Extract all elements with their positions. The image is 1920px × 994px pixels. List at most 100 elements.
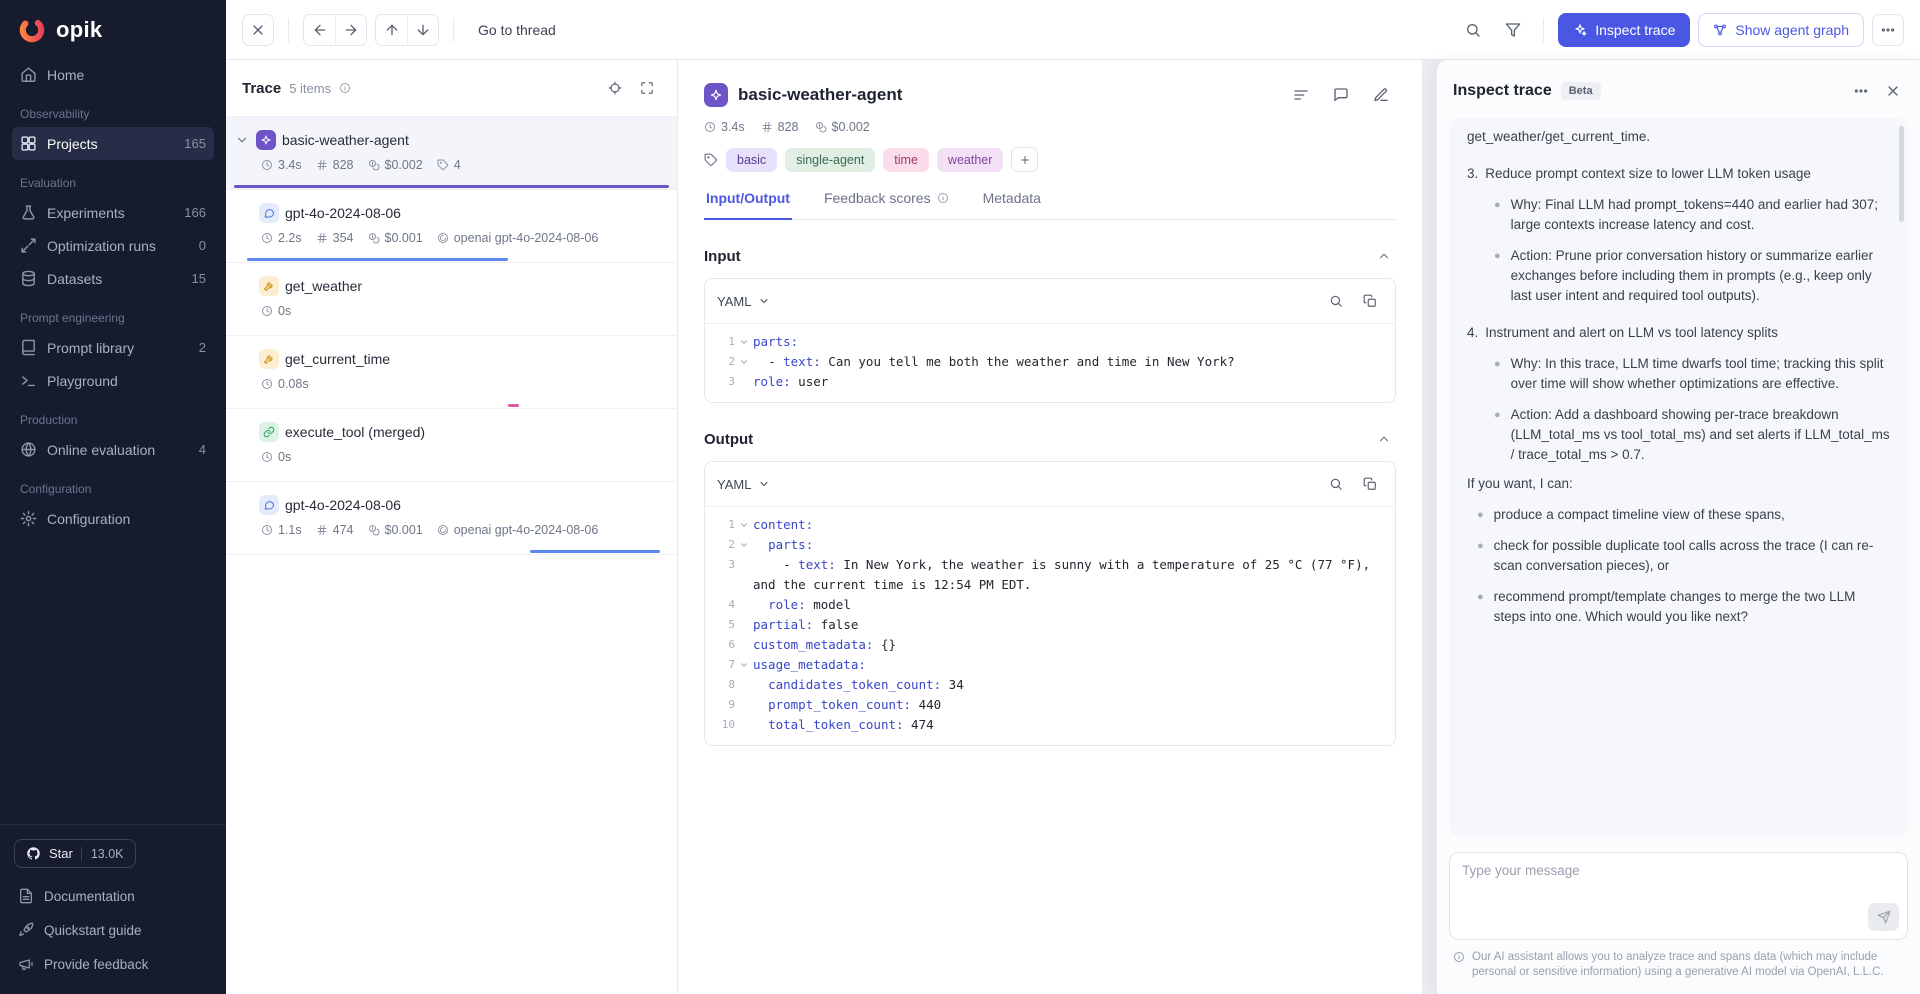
tab-feedback-scores[interactable]: Feedback scores xyxy=(822,190,951,219)
trace-row-execute-tool-merged[interactable]: execute_tool (merged)0s xyxy=(226,409,677,482)
sidebar-item-provide-feedback[interactable]: Provide feedback xyxy=(14,948,212,980)
trace-row-basic-weather-agent[interactable]: basic-weather-agent3.4s828$0.0024 xyxy=(226,117,677,190)
copy-code-button[interactable] xyxy=(1357,471,1383,497)
filters-button[interactable] xyxy=(1497,14,1529,46)
tool-span-icon xyxy=(259,349,279,369)
code-token: - xyxy=(753,557,798,572)
stat-hash: 828 xyxy=(316,158,354,172)
nav-back-button[interactable] xyxy=(304,15,335,45)
collapse-row-button[interactable] xyxy=(234,132,250,148)
edit-trace-button[interactable] xyxy=(1366,80,1396,110)
sidebar-item-configuration[interactable]: Configuration xyxy=(12,502,214,535)
tab-input-output[interactable]: Input/Output xyxy=(704,190,792,219)
fold-toggle[interactable] xyxy=(735,655,753,675)
search-in-code-button[interactable] xyxy=(1323,288,1349,314)
format-select[interactable]: YAML xyxy=(717,477,770,492)
list-title: Instrument and alert on LLM vs tool late… xyxy=(1485,323,1778,343)
github-star-button[interactable]: Star13.0K xyxy=(14,839,136,868)
inspect-trace-button[interactable]: Inspect trace xyxy=(1558,13,1690,47)
sidebar-item-online-evaluation[interactable]: Online evaluation 4 xyxy=(12,433,214,466)
line-number: 6 xyxy=(705,635,735,655)
sidebar-item-optimization-runs[interactable]: Optimization runs0 xyxy=(12,229,214,262)
show-agent-graph-button[interactable]: Show agent graph xyxy=(1698,13,1864,47)
sidebar-item-prompt-library[interactable]: Prompt library2 xyxy=(12,331,214,364)
code-token: user xyxy=(791,374,829,389)
sidebar-item-home[interactable]: Home xyxy=(12,58,214,91)
search-button[interactable] xyxy=(1457,14,1489,46)
close-trace-button[interactable] xyxy=(242,14,274,46)
beta-badge: Beta xyxy=(1561,82,1601,100)
nav-up-button[interactable] xyxy=(376,15,407,45)
comments-button[interactable] xyxy=(1326,80,1356,110)
sidebar-item-experiments[interactable]: Experiments166 xyxy=(12,196,214,229)
tag-chip-time[interactable]: time xyxy=(883,148,929,172)
chevron-down-icon xyxy=(739,540,749,550)
more-actions-button[interactable] xyxy=(1872,14,1904,46)
detail-body: InputYAML1parts:2 - text: Can you tell m… xyxy=(704,220,1396,994)
fold-toggle[interactable] xyxy=(735,332,753,352)
copy-code-button[interactable] xyxy=(1357,288,1383,314)
code-token: text: xyxy=(798,557,836,572)
search-in-code-button[interactable] xyxy=(1323,471,1349,497)
inspect-more-button[interactable] xyxy=(1846,76,1876,106)
message-icon xyxy=(1333,87,1349,103)
nav-down-button[interactable] xyxy=(407,15,438,45)
item-label: Experiments xyxy=(47,205,125,221)
fold-toggle[interactable] xyxy=(735,515,753,535)
expand-tree-button[interactable] xyxy=(633,74,661,102)
collapse-output-button[interactable] xyxy=(1372,427,1396,451)
trace-panel-header: Trace 5 items xyxy=(226,60,677,117)
section-title: Input xyxy=(704,248,741,265)
focus-selected-button[interactable] xyxy=(601,74,629,102)
go-to-thread-button[interactable]: Go to thread xyxy=(468,16,566,44)
stat-openai: openai gpt-4o-2024-08-06 xyxy=(437,231,599,245)
tool-span-icon xyxy=(259,276,279,296)
code-line: 4 role: model xyxy=(705,595,1385,615)
span-name: get_current_time xyxy=(285,351,390,367)
stat-coins: $0.001 xyxy=(368,231,423,245)
send-button[interactable] xyxy=(1868,903,1899,931)
code-token: parts: xyxy=(753,334,798,349)
fold-toggle[interactable] xyxy=(735,535,753,555)
collapse-input-button[interactable] xyxy=(1372,244,1396,268)
line-number: 3 xyxy=(705,372,735,392)
trace-row-get-current-time[interactable]: get_current_time0.08s xyxy=(226,336,677,409)
divider xyxy=(1543,18,1544,42)
opik-logo[interactable]: opik xyxy=(0,0,226,56)
fold-spacer xyxy=(735,635,753,655)
item-label: Online evaluation xyxy=(47,442,155,458)
code-token: model xyxy=(806,597,851,612)
search-icon xyxy=(1465,22,1481,38)
add-tag-button[interactable] xyxy=(1011,147,1038,172)
trace-row-get-weather[interactable]: get_weather0s xyxy=(226,263,677,336)
sidebar-item-quickstart-guide[interactable]: Quickstart guide xyxy=(14,914,212,946)
bullet-dot: ● xyxy=(1494,195,1501,235)
tag-chip-basic[interactable]: basic xyxy=(726,148,777,172)
inspect-close-button[interactable] xyxy=(1878,76,1908,106)
sidebar-item-documentation[interactable]: Documentation xyxy=(14,880,212,912)
code-token: role: xyxy=(768,597,806,612)
tab-metadata[interactable]: Metadata xyxy=(981,190,1043,219)
star-label: Star xyxy=(49,846,73,861)
tag-chip-single-agent[interactable]: single-agent xyxy=(785,148,875,172)
feedback-scores-button[interactable] xyxy=(1286,80,1316,110)
nav-forward-button[interactable] xyxy=(335,15,366,45)
sidebar-item-playground[interactable]: Playground xyxy=(12,364,214,397)
sidebar-item-datasets[interactable]: Datasets15 xyxy=(12,262,214,295)
trace-row-gpt-4o-2024-08-06[interactable]: gpt-4o-2024-08-061.1s474$0.001openai gpt… xyxy=(226,482,677,555)
item-label: Home xyxy=(47,67,84,83)
trace-row-gpt-4o-2024-08-06[interactable]: gpt-4o-2024-08-062.2s354$0.001openai gpt… xyxy=(226,190,677,263)
item-count: 4 xyxy=(199,442,206,457)
bullet-dot: ● xyxy=(1494,246,1501,306)
fold-toggle[interactable] xyxy=(735,352,753,372)
item-label: Optimization runs xyxy=(47,238,156,254)
stat-tag: 4 xyxy=(437,158,461,172)
sidebar-item-projects[interactable]: Projects165 xyxy=(12,127,214,160)
scrollbar-thumb[interactable] xyxy=(1899,126,1904,222)
code-text: role: user xyxy=(753,372,1385,392)
tag-chip-weather[interactable]: weather xyxy=(937,148,1003,172)
format-select[interactable]: YAML xyxy=(717,294,770,309)
duration-bar xyxy=(508,404,519,407)
clock-icon xyxy=(261,305,273,317)
chat-input[interactable] xyxy=(1449,852,1908,940)
